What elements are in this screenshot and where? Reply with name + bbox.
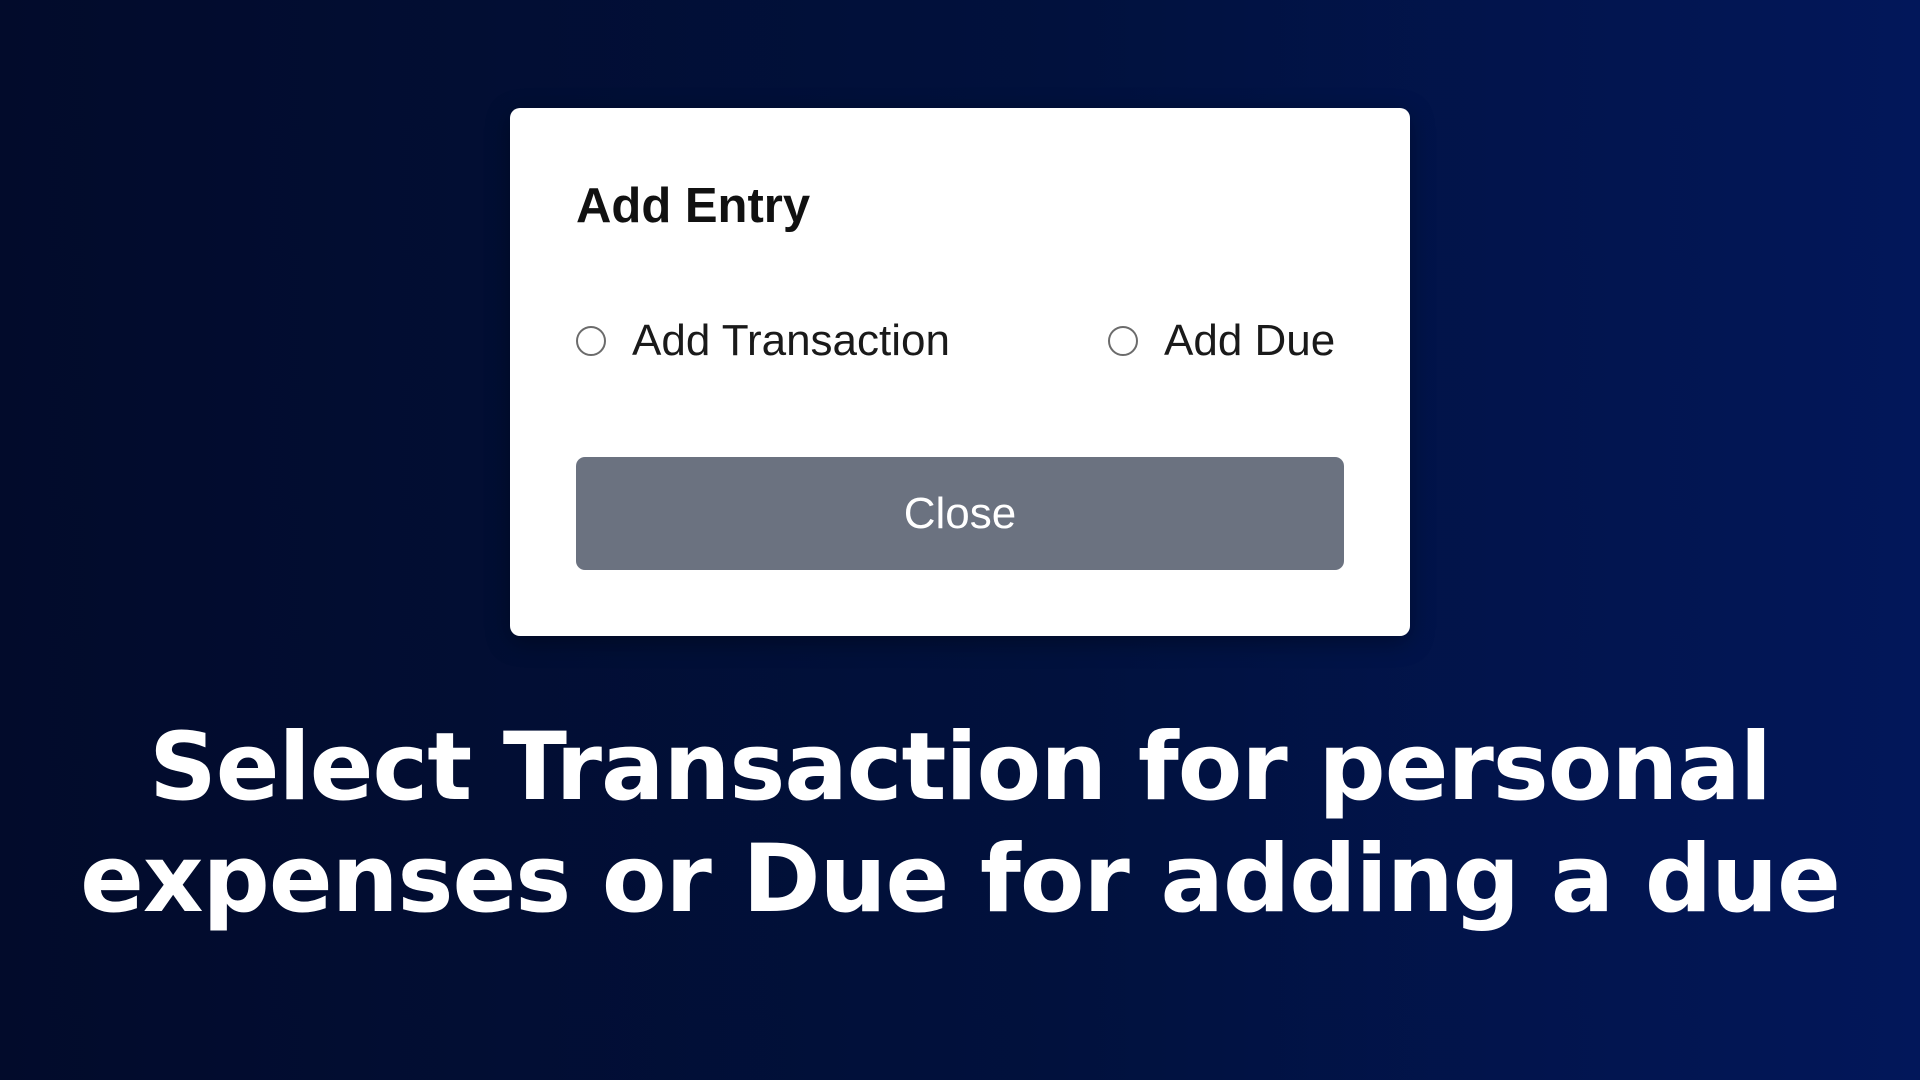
add-due-label: Add Due <box>1164 316 1336 365</box>
caption-line-2: expenses or Due for adding a due <box>80 825 1841 934</box>
add-due-option[interactable]: Add Due <box>1108 308 1335 374</box>
add-transaction-label: Add Transaction <box>632 316 950 365</box>
close-button[interactable]: Close <box>576 457 1344 570</box>
add-transaction-option[interactable]: Add Transaction <box>576 308 950 374</box>
caption-line-1: Select Transaction for personal <box>149 713 1772 822</box>
modal-title: Add Entry <box>576 179 811 233</box>
add-entry-modal: Add Entry Add Transaction Add Due Close <box>510 108 1410 636</box>
add-due-radio[interactable] <box>1108 326 1138 356</box>
add-transaction-radio[interactable] <box>576 326 606 356</box>
caption: Select Transaction for personal expenses… <box>0 712 1920 936</box>
